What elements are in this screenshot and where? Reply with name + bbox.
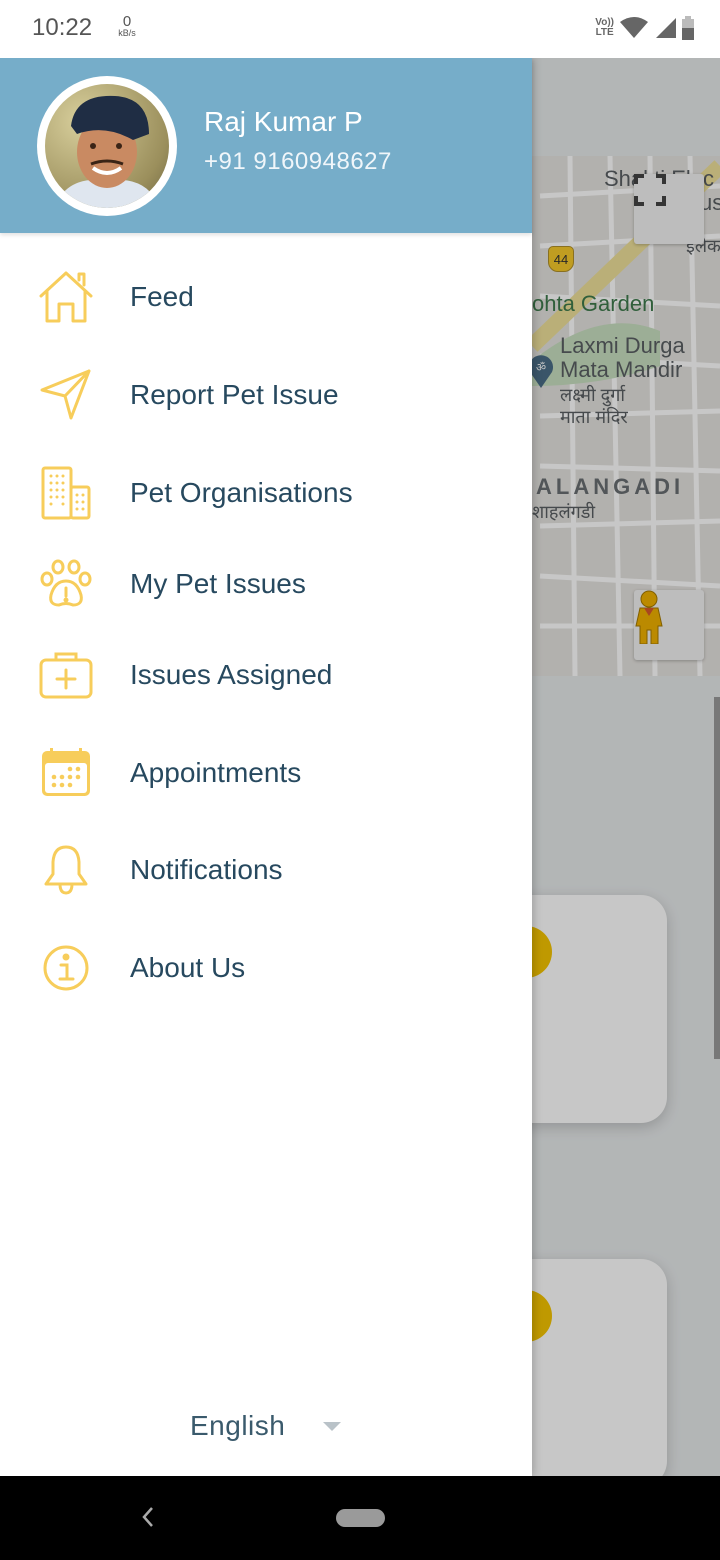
menu-item-my-pet-issues[interactable]: My Pet Issues [0,544,532,624]
system-nav-bar [0,1476,720,1560]
battery-icon [682,16,694,40]
back-icon[interactable] [136,1502,160,1532]
menu-item-pet-organisations[interactable]: Pet Organisations [0,453,532,533]
avatar[interactable] [37,76,177,216]
menu-label-my-pet-issues: My Pet Issues [130,568,306,599]
bell-icon [36,840,96,900]
status-icons: Vo)) LTE [595,14,694,42]
buildings-icon [36,463,96,523]
menu-label-pet-organisations: Pet Organisations [130,477,353,508]
paw-alert-icon [36,554,96,614]
network-speed-unit: kB/s [118,28,136,38]
calendar-icon [36,743,96,803]
avatar-photo [45,84,169,208]
menu-item-appointments[interactable]: Appointments [0,733,532,813]
drawer-header[interactable]: Raj Kumar P +91 9160948627 [0,58,532,233]
menu-label-appointments: Appointments [130,757,302,788]
status-bar: 10:22 0 kB/s Vo)) LTE [0,0,720,58]
menu-item-about-us[interactable]: About Us [0,928,532,1008]
network-speed: 0 kB/s [115,14,139,38]
menu-label-about-us: About Us [130,952,246,983]
screen: 10:22 0 kB/s Vo)) LTE us इलैक ohta Garde… [0,0,720,1560]
menu-item-issues-assigned[interactable]: Issues Assigned [0,635,532,715]
paper-plane-icon [36,365,96,425]
menu-item-notifications[interactable]: Notifications [0,830,532,910]
volte-line2: LTE [595,27,614,38]
language-selected: English [190,1410,286,1441]
info-icon [36,938,96,998]
language-selector[interactable]: English [190,1410,342,1442]
menu-item-report-pet-issue[interactable]: Report Pet Issue [0,355,532,435]
user-phone: +91 9160948627 [204,148,392,175]
wifi-icon [620,17,648,38]
home-icon [36,267,96,327]
menu-label-feed: Feed [130,281,194,312]
menu-label-notifications: Notifications [130,854,283,885]
medical-kit-icon [36,645,96,705]
chevron-down-icon [323,1421,342,1431]
menu-label-issues-assigned: Issues Assigned [130,659,333,690]
volte-icon: Vo)) LTE [595,18,614,38]
home-button[interactable] [336,1509,385,1527]
status-time: 10:22 [32,14,93,41]
user-name: Raj Kumar P [204,106,363,137]
signal-icon [656,18,676,38]
menu-item-feed[interactable]: Feed [0,257,532,337]
menu-label-report-pet-issue: Report Pet Issue [130,379,339,410]
navigation-drawer: Raj Kumar P +91 9160948627 Feed Report P… [0,58,532,1476]
network-speed-value: 0 [122,13,132,30]
